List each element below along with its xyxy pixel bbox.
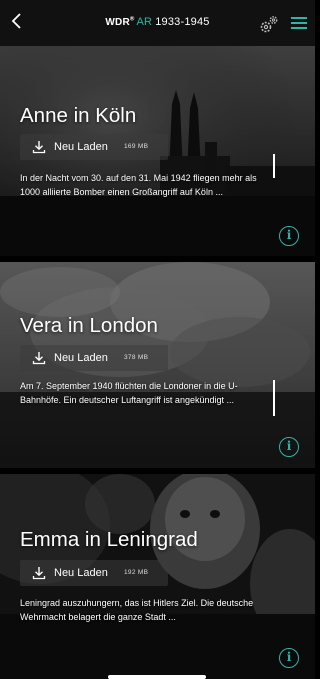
story-title: Anne in Köln: [20, 104, 137, 127]
info-button[interactable]: i: [279, 226, 299, 246]
scroll-indicator: [273, 154, 275, 178]
story-title: Emma in Leningrad: [20, 528, 198, 551]
ar-label: AR: [136, 16, 153, 28]
settings-button[interactable]: [258, 13, 280, 35]
download-icon: [32, 567, 46, 580]
story-title: Vera in London: [20, 314, 158, 337]
menu-button[interactable]: [290, 14, 308, 32]
info-button[interactable]: i: [279, 437, 299, 457]
scroll-indicator: [273, 380, 275, 416]
story-card-emma[interactable]: Emma in Leningrad Neu Laden 192 MB Lenin…: [0, 474, 315, 679]
home-indicator[interactable]: [108, 675, 206, 679]
info-icon: i: [286, 228, 292, 242]
story-teaser: Leningrad auszuhungern, das ist Hitlers …: [20, 598, 254, 622]
years-label: 1933-1945: [155, 16, 210, 28]
download-label: Neu Laden: [54, 352, 108, 364]
download-label: Neu Laden: [54, 141, 108, 153]
file-size: 378 MB: [124, 354, 149, 361]
info-button[interactable]: i: [279, 648, 299, 668]
story-teaser: Am 7. September 1940 flüchten die London…: [20, 381, 238, 405]
story-card-vera[interactable]: Vera in London Neu Laden 378 MB Am 7. Se…: [0, 262, 315, 468]
file-size: 169 MB: [124, 143, 149, 150]
info-icon: i: [286, 650, 292, 664]
hamburger-menu-icon: [291, 17, 307, 29]
download-button[interactable]: Neu Laden 192 MB: [20, 560, 168, 586]
top-bar: WDR® AR 1933-1945: [0, 0, 315, 46]
download-icon: [32, 141, 46, 154]
download-button[interactable]: Neu Laden 378 MB: [20, 345, 168, 371]
download-icon: [32, 352, 46, 365]
download-label: Neu Laden: [54, 567, 108, 579]
file-size: 192 MB: [124, 569, 149, 576]
gears-icon: [260, 16, 278, 33]
story-card-anne[interactable]: Anne in Köln Neu Laden 169 MB In der Nac…: [0, 46, 315, 256]
info-icon: i: [286, 439, 292, 453]
download-button[interactable]: Neu Laden 169 MB: [20, 134, 168, 160]
story-teaser: In der Nacht vom 30. auf den 31. Mai 194…: [20, 173, 257, 197]
wdr-logo: WDR®: [105, 16, 135, 28]
